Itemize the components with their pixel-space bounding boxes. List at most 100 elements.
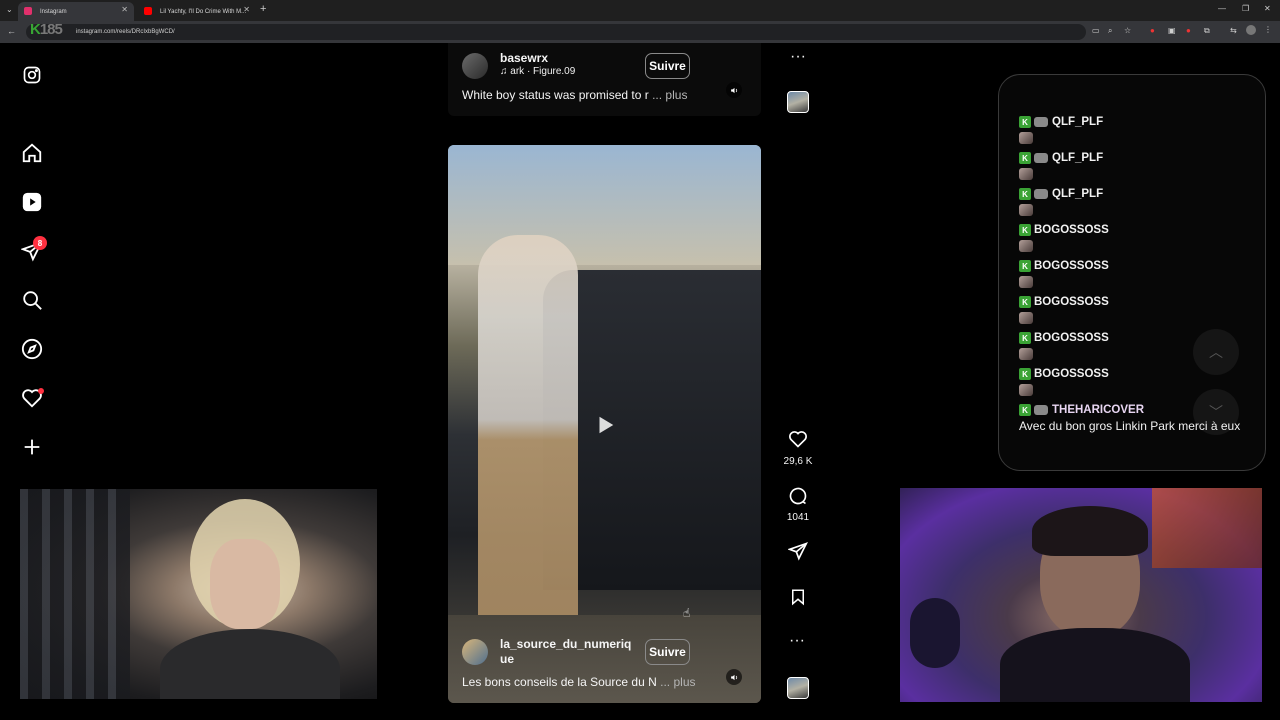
chat-username: BOGOSSOSS <box>1034 296 1109 308</box>
chat-username: THEHARICOVER <box>1052 404 1145 416</box>
like-icon[interactable] <box>788 429 808 454</box>
search-icon[interactable] <box>20 288 44 312</box>
minimize-icon[interactable]: — <box>1218 4 1226 13</box>
bookmark-star-icon[interactable]: ☆ <box>1124 26 1131 35</box>
extensions-puzzle-icon[interactable]: ⧉ <box>1204 26 1210 36</box>
close-tab-icon[interactable]: ✕ <box>121 5 128 14</box>
emote-icon <box>1034 189 1048 199</box>
audio-thumbnail[interactable] <box>787 677 809 699</box>
browser-tab-bar: ⌄ Instagram ✕ Lil Yachty, I'll Do Crime … <box>0 0 1280 21</box>
mouse-cursor-icon: ☝ <box>683 606 691 620</box>
home-icon[interactable] <box>20 141 44 165</box>
tab-title: Lil Yachty, I'll Do Crime With M... <box>160 8 247 15</box>
share-icon[interactable] <box>787 541 808 566</box>
tab-search-icon[interactable]: ⌄ <box>6 5 13 14</box>
chat-row: K QLF_PLF <box>1019 116 1103 128</box>
chat-row: K BOGOSSOSS <box>1019 224 1109 236</box>
play-icon[interactable] <box>588 408 622 442</box>
extension-icon[interactable]: ● <box>1186 26 1191 35</box>
save-icon[interactable] <box>789 587 807 612</box>
follow-button[interactable]: Suivre <box>645 639 690 665</box>
chat-username: BOGOSSOSS <box>1034 368 1109 380</box>
comment-icon[interactable] <box>788 486 808 511</box>
background-light <box>1152 488 1262 568</box>
stream-overlay-logo: K185 <box>30 21 63 38</box>
reel-previous[interactable]: basewrx ♫ ark · Figure.09 Suivre White b… <box>448 43 761 116</box>
emote-icon <box>1019 132 1033 144</box>
audio-thumbnail[interactable] <box>787 91 809 113</box>
address-bar: ← instagram.com/reels/DRcIxbBgWCD/ ▭ ⌕ ☆… <box>0 21 1280 43</box>
chat-row: K BOGOSSOSS <box>1019 296 1109 308</box>
person-shirt <box>160 629 340 699</box>
more-options-icon[interactable]: ··· <box>789 632 805 650</box>
webcam-left <box>20 489 377 699</box>
caption-text: White boy status was promised to r <box>462 88 649 102</box>
mute-toggle-icon[interactable] <box>726 82 742 98</box>
kick-badge-icon: K <box>1019 296 1031 308</box>
sidebar-toggle-icon[interactable]: ⇆ <box>1230 26 1237 35</box>
messages-badge: 8 <box>33 236 47 250</box>
create-icon[interactable] <box>20 435 44 459</box>
chat-username: BOGOSSOSS <box>1034 332 1109 344</box>
reel-username[interactable]: basewrx <box>500 51 548 65</box>
chat-row: K QLF_PLF <box>1019 152 1103 164</box>
profile-avatar[interactable] <box>1246 25 1256 35</box>
new-tab-icon[interactable]: + <box>260 3 266 15</box>
tab-instagram[interactable]: Instagram ✕ <box>18 2 134 21</box>
chat-username: QLF_PLF <box>1052 152 1104 164</box>
chat-row: K BOGOSSOSS <box>1019 368 1109 380</box>
kick-badge-icon: K <box>1019 404 1031 416</box>
mute-toggle-icon[interactable] <box>726 669 742 685</box>
audio-track-text: ark · Figure.09 <box>510 66 576 77</box>
avatar[interactable] <box>462 53 488 79</box>
emote-icon <box>1019 204 1033 216</box>
scroll-down-icon[interactable]: ﹀ <box>1193 389 1239 435</box>
kick-badge-icon: K <box>1019 188 1031 200</box>
audio-track[interactable]: ♫ ark · Figure.09 <box>500 66 575 77</box>
more-link[interactable]: ... plus <box>652 88 687 102</box>
emote-icon <box>1034 405 1048 415</box>
kick-badge-icon: K <box>1019 152 1031 164</box>
like-count: 29,6 K <box>783 456 813 467</box>
more-link[interactable]: ... plus <box>660 675 695 689</box>
emote-icon <box>1019 168 1033 180</box>
back-icon[interactable]: ← <box>7 26 16 36</box>
youtube-favicon-icon <box>144 7 152 15</box>
window-blinds <box>20 489 130 699</box>
instagram-favicon-icon <box>24 7 32 15</box>
chat-row: K QLF_PLF <box>1019 188 1103 200</box>
extension-icon[interactable]: ● <box>1150 26 1155 35</box>
extension-icon[interactable]: ▣ <box>1168 26 1176 35</box>
microphone <box>910 598 960 668</box>
menu-dots-icon[interactable]: ⋮ <box>1264 25 1272 34</box>
tab-youtube[interactable]: Lil Yachty, I'll Do Crime With M... ✕ <box>138 2 256 21</box>
url-text: instagram.com/reels/DRcIxbBgWCD/ <box>76 29 175 35</box>
emote-icon <box>1019 312 1033 324</box>
chat-username: QLF_PLF <box>1052 188 1104 200</box>
webcam-right <box>900 488 1262 702</box>
instagram-logo-icon[interactable] <box>20 63 44 87</box>
close-window-icon[interactable]: ✕ <box>1264 4 1271 13</box>
kick-badge-icon: K <box>1019 116 1031 128</box>
zoom-icon[interactable]: ⌕ <box>1108 26 1112 36</box>
more-options-icon[interactable]: ··· <box>790 48 806 66</box>
restore-icon[interactable]: ❐ <box>1242 4 1249 13</box>
reel-username[interactable]: la_source_du_numerique <box>500 637 638 667</box>
kick-badge-icon: K <box>1019 224 1031 236</box>
person-face <box>210 539 280 629</box>
close-tab-icon[interactable]: ✕ <box>243 5 250 14</box>
explore-icon[interactable] <box>20 337 44 361</box>
chat-username: QLF_PLF <box>1052 116 1104 128</box>
url-field[interactable]: instagram.com/reels/DRcIxbBgWCD/ <box>26 24 1086 40</box>
chat-row: K THEHARICOVER <box>1019 404 1144 416</box>
tab-title: Instagram <box>40 8 67 15</box>
chat-username: BOGOSSOSS <box>1034 224 1109 236</box>
cast-icon[interactable]: ▭ <box>1092 26 1100 35</box>
reel-previous-actions: ··· <box>786 48 810 66</box>
emote-icon <box>1019 348 1033 360</box>
scroll-up-icon[interactable]: ︿ <box>1193 329 1239 375</box>
reels-icon[interactable] <box>20 190 44 214</box>
emote-icon <box>1034 153 1048 163</box>
avatar[interactable] <box>462 639 488 665</box>
follow-button[interactable]: Suivre <box>645 53 690 79</box>
